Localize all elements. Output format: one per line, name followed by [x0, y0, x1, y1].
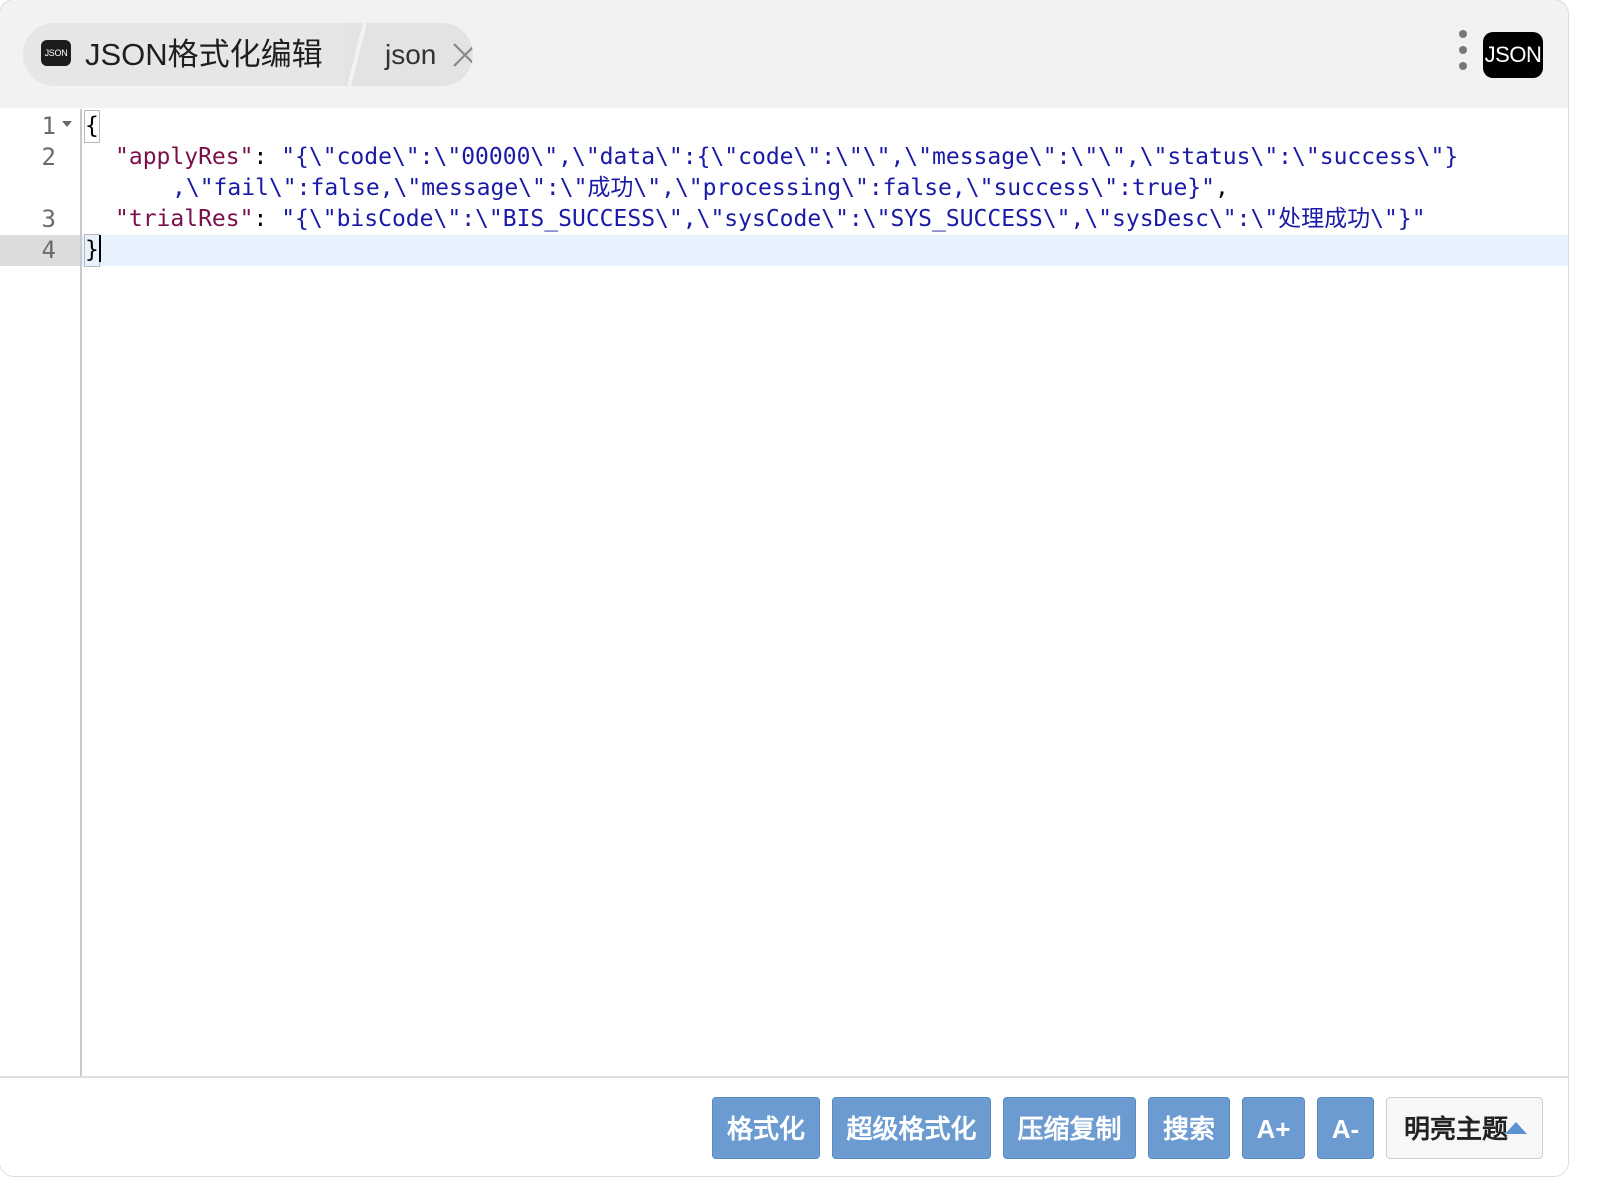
json-colon: :: [253, 206, 282, 232]
search-button[interactable]: 搜索: [1148, 1097, 1230, 1159]
tab-json[interactable]: json: [363, 23, 473, 86]
json-key: "applyRes": [115, 144, 254, 170]
text-cursor: [98, 235, 101, 262]
theme-select[interactable]: 明亮主题: [1386, 1097, 1543, 1159]
toolbar: 格式化 超级格式化 压缩复制 搜索 A+ A- 明亮主题: [0, 1076, 1568, 1176]
app-title: JSON格式化编辑: [85, 37, 323, 72]
tab-json-label: json: [385, 39, 437, 70]
line-number: 1: [41, 112, 56, 140]
header-bar: JSON JSON格式化编辑 json JSON: [0, 0, 1568, 108]
code-line: {: [84, 110, 100, 143]
super-format-button[interactable]: 超级格式化: [832, 1097, 991, 1159]
tab-json-editor[interactable]: JSON JSON格式化编辑: [23, 23, 348, 86]
json-comma: ,: [1215, 175, 1229, 201]
font-increase-button[interactable]: A+: [1242, 1097, 1305, 1159]
json-string: "{\"code\":\"00000\",\"data\":{\"code\":…: [281, 144, 1459, 170]
code-editor[interactable]: 1 2 3 4 { "applyRes": "{\"code\":\"00000…: [0, 109, 1568, 1076]
json-logo-icon: JSON: [1483, 32, 1543, 78]
active-line-highlight: [0, 235, 1568, 266]
line-number: 2: [41, 143, 56, 171]
tab-group: JSON JSON格式化编辑 json: [23, 23, 473, 86]
compress-copy-button[interactable]: 压缩复制: [1003, 1097, 1136, 1159]
json-string: "{\"bisCode\":\"BIS_SUCCESS\",\"sysCode\…: [281, 206, 1426, 232]
app-window: JSON JSON格式化编辑 json JSON 1 2 3 4 {"appl…: [0, 0, 1568, 1176]
fold-toggle-icon[interactable]: [62, 121, 72, 127]
line-number: 4: [41, 236, 56, 264]
line-number: 3: [41, 205, 56, 233]
json-key: "trialRes": [115, 206, 254, 232]
caret-up-icon: [1505, 1122, 1527, 1134]
more-options-icon[interactable]: [1452, 30, 1474, 78]
format-button[interactable]: 格式化: [712, 1097, 820, 1159]
close-icon[interactable]: [451, 41, 473, 69]
code-line: "trialRes": "{\"bisCode\":\"BIS_SUCCESS\…: [115, 204, 1426, 235]
code-line: "applyRes": "{\"code\":\"00000\",\"data\…: [115, 142, 1458, 173]
open-brace: {: [84, 110, 100, 143]
font-decrease-button[interactable]: A-: [1317, 1097, 1374, 1159]
close-brace: }: [84, 234, 100, 267]
json-app-icon: JSON: [41, 40, 71, 66]
theme-label: 明亮主题: [1404, 1114, 1509, 1144]
code-line: }: [84, 234, 101, 267]
code-line-wrap: ,\"fail\":false,\"message\":\"成功\",\"pro…: [172, 173, 1229, 204]
json-colon: :: [253, 144, 282, 170]
json-string: ,\"fail\":false,\"message\":\"成功\",\"pro…: [172, 175, 1215, 201]
